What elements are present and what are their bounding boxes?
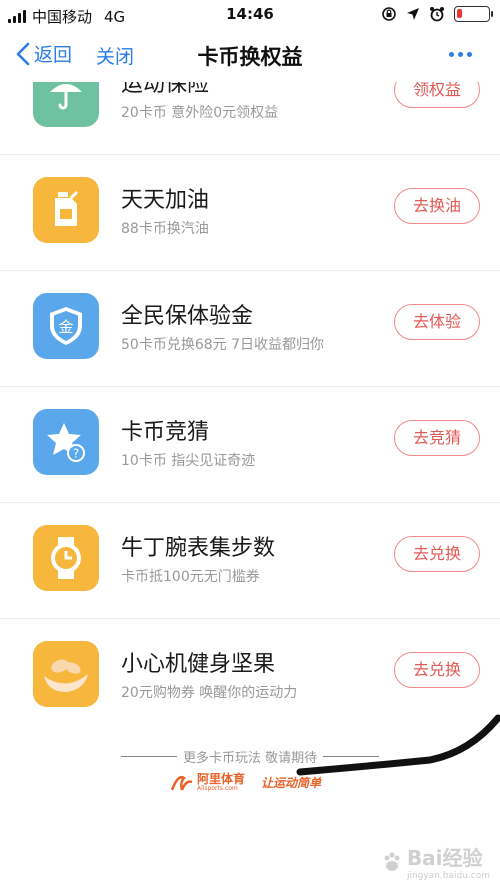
battery-level: [457, 9, 462, 18]
footer: 更多卡币玩法 敬请期待 阿里体育 Alisports.com 让运动简单 Bai…: [0, 732, 500, 889]
item-subtitle: 88卡币换汽油: [121, 221, 209, 237]
item-title: 牛丁腕表集步数: [121, 536, 276, 561]
battery-icon: [454, 6, 493, 22]
item-subtitle: 卡币抵100元无门槛券: [121, 569, 260, 585]
brand-name: 阿里体育: [197, 771, 246, 786]
item-title: 卡币竞猜: [121, 420, 210, 445]
item-title: 天天加油: [121, 188, 210, 213]
watermark-text: Bai经验: [406, 846, 483, 870]
list-item-coin-quiz[interactable]: ? 卡币竞猜 10卡币 指尖见证奇迹 去竞猜: [0, 387, 500, 503]
umbrella-icon: [33, 82, 99, 127]
item-title: 小心机健身坚果: [121, 652, 276, 677]
list-item-insurance-trial-gold[interactable]: 金 全民保体验金 50卡币兑换68元 7日收益都归你 去体验: [0, 271, 500, 387]
back-label: 返回: [34, 44, 73, 66]
rotation-lock-icon: [382, 7, 396, 21]
nuts-icon: [33, 641, 99, 707]
item-subtitle: 20元购物券 唤醒你的运动力: [121, 685, 298, 701]
svg-text:金: 金: [58, 318, 73, 336]
list-item-daily-fuel[interactable]: 天天加油 88卡币换汽油 去换油: [0, 155, 500, 271]
more-coming-text: 更多卡币玩法 敬请期待: [115, 746, 385, 766]
go-guess-button[interactable]: 去竞猜: [394, 420, 480, 456]
back-button[interactable]: 返回: [16, 40, 72, 67]
svg-text:?: ?: [73, 447, 79, 461]
more-coming-label: 更多卡币玩法 敬请期待: [182, 750, 318, 766]
item-subtitle: 10卡币 指尖见证奇迹: [121, 453, 256, 469]
watermark-domain: jingyan.baidu.com: [406, 871, 490, 881]
list-item-watch-steps[interactable]: 牛丁腕表集步数 卡币抵100元无门槛券 去兑换: [0, 503, 500, 619]
more-dots-icon[interactable]: [449, 52, 472, 57]
benefits-list: 运动保险 20卡币 意外险0元领权益 领权益 天天加油 88卡币换汽油 去换油 …: [0, 82, 500, 732]
brand-area: 阿里体育 Alisports.com 让运动简单: [170, 772, 321, 792]
star-question-icon: ?: [33, 409, 99, 475]
chevron-left-icon: [16, 42, 30, 65]
item-subtitle: 20卡币 意外险0元领权益: [121, 105, 279, 121]
close-button[interactable]: 关闭: [96, 42, 134, 69]
watch-icon: [33, 525, 99, 591]
try-experience-button[interactable]: 去体验: [394, 304, 480, 340]
fuel-can-icon: [33, 177, 99, 243]
redeem-button[interactable]: 去兑换: [394, 536, 480, 572]
nav-bar: 返回 关闭 卡币换权益: [0, 30, 500, 82]
gold-shield-icon: 金: [33, 293, 99, 359]
paw-icon: [384, 852, 400, 871]
alisports-logo: 阿里体育 Alisports.com: [170, 772, 245, 792]
item-title: 全民保体验金: [121, 304, 254, 329]
status-right: [381, 6, 493, 22]
baidu-jingyan-watermark: Bai经验 jingyan.baidu.com: [381, 842, 490, 881]
claim-benefit-button[interactable]: 领权益: [394, 82, 480, 108]
location-icon: [407, 8, 419, 20]
alarm-icon: [430, 7, 444, 22]
item-subtitle: 50卡币兑换68元 7日收益都归你: [121, 337, 324, 353]
item-title: 运动保险: [121, 82, 210, 97]
list-item-sports-insurance[interactable]: 运动保险 20卡币 意外险0元领权益 领权益: [0, 82, 500, 155]
brand-domain: Alisports.com: [197, 784, 238, 792]
brand-slogan: 让运动简单: [261, 775, 322, 790]
redeem-button[interactable]: 去兑换: [394, 652, 480, 688]
exchange-fuel-button[interactable]: 去换油: [394, 188, 480, 224]
list-item-fitness-nuts[interactable]: 小心机健身坚果 20元购物券 唤醒你的运动力 去兑换: [0, 619, 500, 732]
status-bar: 中国移动 4G 14:46: [0, 0, 500, 30]
alisports-mark-icon: [170, 776, 193, 791]
page-title: 卡币换权益: [197, 45, 303, 69]
